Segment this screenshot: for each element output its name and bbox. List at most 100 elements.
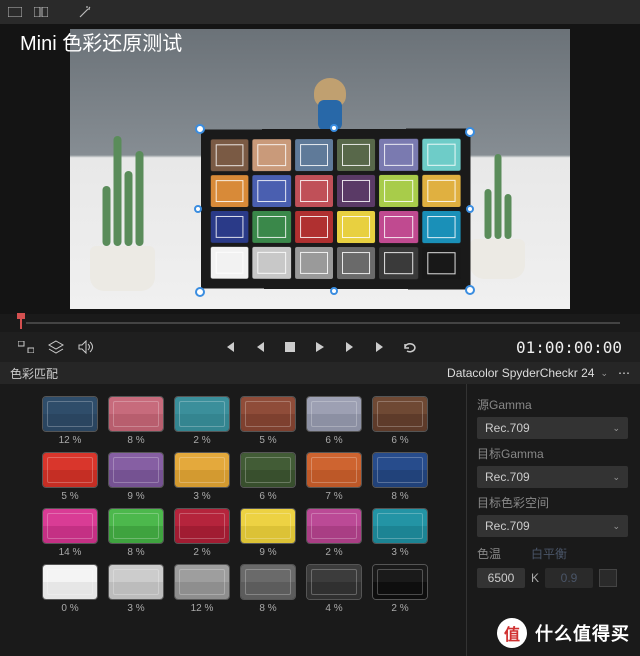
- checker-cell: [337, 139, 375, 171]
- target-gamma-select[interactable]: Rec.709⌄: [477, 466, 628, 488]
- temp-unit: K: [531, 571, 539, 585]
- magic-wand-icon[interactable]: [76, 5, 94, 19]
- options-icon[interactable]: ⋯: [618, 366, 630, 380]
- swatch-box[interactable]: [306, 452, 362, 488]
- swatch-box[interactable]: [306, 508, 362, 544]
- view-split-icon[interactable]: [32, 5, 50, 19]
- swatch-box[interactable]: [240, 564, 296, 600]
- timeline-track[interactable]: [26, 322, 620, 324]
- checker-cell: [379, 175, 418, 207]
- corner-handle-br[interactable]: [465, 285, 475, 295]
- step-back-icon[interactable]: [252, 339, 268, 355]
- swatch-box[interactable]: [108, 452, 164, 488]
- overlay-title: Mini 色彩还原测试: [20, 27, 182, 56]
- edge-handle-right[interactable]: [466, 205, 474, 213]
- jump-start-icon[interactable]: [222, 339, 238, 355]
- swatch-box[interactable]: [174, 564, 230, 600]
- step-fwd-icon[interactable]: [342, 339, 358, 355]
- target-cs-select[interactable]: Rec.709⌄: [477, 515, 628, 537]
- checker-cell: [337, 211, 375, 243]
- swatch-cell[interactable]: 0 %: [42, 564, 98, 614]
- swatch-box[interactable]: [42, 508, 98, 544]
- source-gamma-select[interactable]: Rec.709⌄: [477, 417, 628, 439]
- swatch-percent: 3 %: [193, 491, 210, 502]
- swatch-cell[interactable]: 3 %: [372, 508, 428, 558]
- swatch-box[interactable]: [174, 396, 230, 432]
- swatch-cell[interactable]: 6 %: [306, 396, 362, 446]
- swatch-cell[interactable]: 6 %: [372, 396, 428, 446]
- swatch-cell[interactable]: 9 %: [108, 452, 164, 502]
- swatch-cell[interactable]: 3 %: [174, 452, 230, 502]
- volume-icon[interactable]: [78, 339, 94, 355]
- swatch-cell[interactable]: 14 %: [42, 508, 98, 558]
- timecode[interactable]: 01:00:00:00: [516, 338, 622, 357]
- swatch-box[interactable]: [108, 508, 164, 544]
- swatch-cell[interactable]: 12 %: [174, 564, 230, 614]
- swatch-percent: 6 %: [325, 435, 342, 446]
- swatch-cell[interactable]: 5 %: [42, 452, 98, 502]
- swatch-cell[interactable]: 8 %: [108, 508, 164, 558]
- swatch-cell[interactable]: 2 %: [372, 564, 428, 614]
- corner-handle-bl[interactable]: [195, 287, 205, 297]
- play-icon[interactable]: [312, 339, 328, 355]
- swatch-box[interactable]: [240, 452, 296, 488]
- layers-icon[interactable]: [48, 339, 64, 355]
- picker-button[interactable]: [599, 569, 617, 587]
- swatch-box[interactable]: [372, 564, 428, 600]
- timeline[interactable]: [0, 314, 640, 332]
- playhead[interactable]: [20, 317, 22, 329]
- swatch-cell[interactable]: 7 %: [306, 452, 362, 502]
- swatch-box[interactable]: [42, 396, 98, 432]
- jump-end-icon[interactable]: [372, 339, 388, 355]
- scene-image: [70, 29, 570, 309]
- temp-input[interactable]: 6500: [477, 568, 525, 588]
- swatch-cell[interactable]: 5 %: [240, 396, 296, 446]
- swatch-percent: 6 %: [259, 491, 276, 502]
- swatch-box[interactable]: [306, 564, 362, 600]
- swatch-box[interactable]: [372, 396, 428, 432]
- checker-cell: [295, 139, 333, 171]
- color-checker-overlay[interactable]: [201, 129, 471, 290]
- viewer[interactable]: Mini 色彩还原测试: [0, 24, 640, 314]
- edge-handle-left[interactable]: [194, 205, 202, 213]
- swatch-box[interactable]: [174, 508, 230, 544]
- swatch-box[interactable]: [108, 396, 164, 432]
- swatch-cell[interactable]: 8 %: [372, 452, 428, 502]
- swatch-cell[interactable]: 3 %: [108, 564, 164, 614]
- swatch-cell[interactable]: 2 %: [174, 396, 230, 446]
- edge-handle-bottom[interactable]: [330, 287, 338, 295]
- swatch-box[interactable]: [42, 564, 98, 600]
- tint-input[interactable]: 0.9: [545, 568, 593, 588]
- preset-dropdown[interactable]: Datacolor SpyderCheckr 24 ⌄ ⋯: [447, 366, 630, 380]
- swatch-cell[interactable]: 2 %: [174, 508, 230, 558]
- swatch-percent: 12 %: [191, 603, 214, 614]
- swatch-cell[interactable]: 9 %: [240, 508, 296, 558]
- loop-icon[interactable]: [402, 339, 418, 355]
- swatch-box[interactable]: [240, 396, 296, 432]
- watermark-badge: 值: [497, 618, 527, 648]
- watermark: 值 什么值得买: [497, 618, 630, 648]
- corner-handle-tl[interactable]: [195, 124, 205, 134]
- edge-handle-top[interactable]: [330, 124, 338, 132]
- swatch-cell[interactable]: 6 %: [240, 452, 296, 502]
- stop-icon[interactable]: [282, 339, 298, 355]
- swatch-box[interactable]: [372, 508, 428, 544]
- checker-cell: [422, 211, 461, 243]
- swatch-cell[interactable]: 4 %: [306, 564, 362, 614]
- swatch-box[interactable]: [240, 508, 296, 544]
- target-gamma-label: 目标Gamma: [477, 445, 628, 462]
- swatch-cell[interactable]: 2 %: [306, 508, 362, 558]
- swatch-box[interactable]: [306, 396, 362, 432]
- swatch-box[interactable]: [108, 564, 164, 600]
- swatch-cell[interactable]: 12 %: [42, 396, 98, 446]
- swatch-box[interactable]: [174, 452, 230, 488]
- swatch-cell[interactable]: 8 %: [108, 396, 164, 446]
- corner-handle-tr[interactable]: [465, 127, 475, 137]
- swatch-box[interactable]: [372, 452, 428, 488]
- swatch-box[interactable]: [42, 452, 98, 488]
- swatch-cell[interactable]: 8 %: [240, 564, 296, 614]
- node-graph-icon[interactable]: [18, 339, 34, 355]
- panel-header: 色彩匹配 Datacolor SpyderCheckr 24 ⌄ ⋯: [0, 362, 640, 384]
- swatch-percent: 9 %: [127, 491, 144, 502]
- view-single-icon[interactable]: [6, 5, 24, 19]
